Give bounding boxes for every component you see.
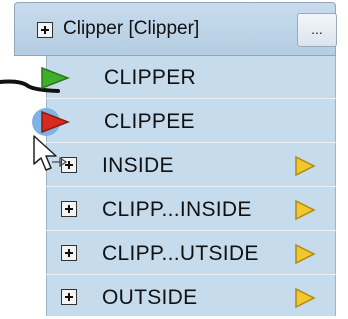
port-label: CLIPPEE xyxy=(104,110,195,133)
transformer-header[interactable]: Clipper [Clipper] ... xyxy=(14,2,337,56)
transformer-title: Clipper [Clipper] xyxy=(63,18,200,39)
port-label: CLIPP...INSIDE xyxy=(102,198,252,221)
output-arrow-icon[interactable] xyxy=(294,243,316,265)
output-port-clipped-inside[interactable]: CLIPP...INSIDE xyxy=(46,188,336,231)
port-label: CLIPPER xyxy=(104,66,196,89)
output-port-outside[interactable]: OUTSIDE xyxy=(46,276,336,319)
mouse-cursor-icon xyxy=(33,135,68,171)
port-label: INSIDE xyxy=(102,154,174,177)
input-port-clipper[interactable]: CLIPPER xyxy=(41,56,336,99)
input-port-clippee[interactable]: CLIPPEE xyxy=(32,100,336,143)
output-port-clipped-outside[interactable]: CLIPP...UTSIDE xyxy=(46,232,336,275)
input-arrow-icon[interactable] xyxy=(40,110,70,134)
port-label: OUTSIDE xyxy=(102,286,198,309)
output-arrow-icon[interactable] xyxy=(294,199,316,221)
clipper-transformer-node[interactable]: Clipper [Clipper] ... CLIPPER CLIPPEE IN… xyxy=(0,0,348,316)
output-arrow-icon[interactable] xyxy=(294,155,316,177)
expand-plus-icon[interactable] xyxy=(61,201,77,217)
expand-plus-icon[interactable] xyxy=(37,22,53,38)
input-arrow-icon[interactable] xyxy=(40,66,70,90)
expand-plus-icon[interactable] xyxy=(61,245,77,261)
parameters-button[interactable]: ... xyxy=(297,13,337,47)
output-port-inside[interactable]: INSIDE xyxy=(46,144,336,187)
expand-plus-icon[interactable] xyxy=(61,289,77,305)
output-arrow-icon[interactable] xyxy=(294,287,316,309)
port-label: CLIPP...UTSIDE xyxy=(102,242,259,265)
